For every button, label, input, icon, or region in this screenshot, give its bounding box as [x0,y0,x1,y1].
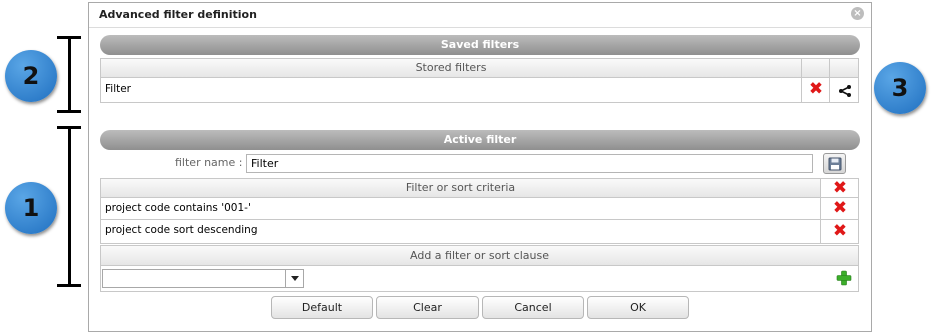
clear-button[interactable]: Clear [376,296,479,319]
green-plus-icon[interactable] [836,270,852,286]
red-x-icon[interactable]: ✖ [831,200,849,217]
dialog-titlebar: Advanced filter definition × [89,3,871,28]
callout-badge-3: 3 [874,62,926,114]
stored-filters-action-header-1 [801,58,830,78]
cancel-button[interactable]: Cancel [482,296,584,319]
filter-name-input[interactable] [246,154,813,173]
criteria-column-header: Filter or sort criteria [100,178,821,198]
callout-badge-1: 1 [5,182,57,234]
red-x-icon[interactable]: ✖ [831,223,849,240]
stored-filter-row[interactable]: Filter [100,77,802,103]
chevron-down-icon [291,276,299,281]
criteria-clear-all-cell: ✖ [820,178,859,198]
bracket-1-bottom [57,284,81,287]
bracket-2-bottom [57,110,81,113]
criteria-row[interactable]: project code sort descending [100,219,821,244]
red-x-icon[interactable]: ✖ [807,81,825,98]
clause-select-dropdown-button[interactable] [285,270,303,287]
dialog-title: Advanced filter definition [99,8,257,21]
active-filter-header: Active filter [100,130,860,150]
criteria-row[interactable]: project code contains '001-' [100,197,821,220]
save-filter-button[interactable] [823,153,846,174]
criteria-row-delete-cell: ✖ [820,219,859,244]
share-icon[interactable] [838,84,852,98]
close-icon[interactable]: × [851,7,864,20]
red-x-icon[interactable]: ✖ [831,180,849,197]
ok-button[interactable]: OK [587,296,689,319]
stored-filters-action-header-2 [829,58,859,78]
stored-filter-share-cell [829,77,859,103]
filter-name-label: filter name : [175,156,243,169]
callout-badge-2: 2 [5,50,57,102]
clause-select[interactable] [102,269,304,288]
add-clause-row [100,265,859,292]
default-button[interactable]: Default [271,296,373,319]
saved-filters-header: Saved filters [100,35,860,55]
add-clause-header: Add a filter or sort clause [100,245,859,266]
stored-filter-delete-cell: ✖ [801,77,830,103]
bracket-1-stem [68,126,71,286]
bracket-2-stem [68,36,71,112]
advanced-filter-dialog: Advanced filter definition × Saved filte… [88,2,872,332]
stored-filters-column-header: Stored filters [100,58,802,78]
floppy-disk-icon [828,157,842,171]
criteria-row-delete-cell: ✖ [820,197,859,220]
